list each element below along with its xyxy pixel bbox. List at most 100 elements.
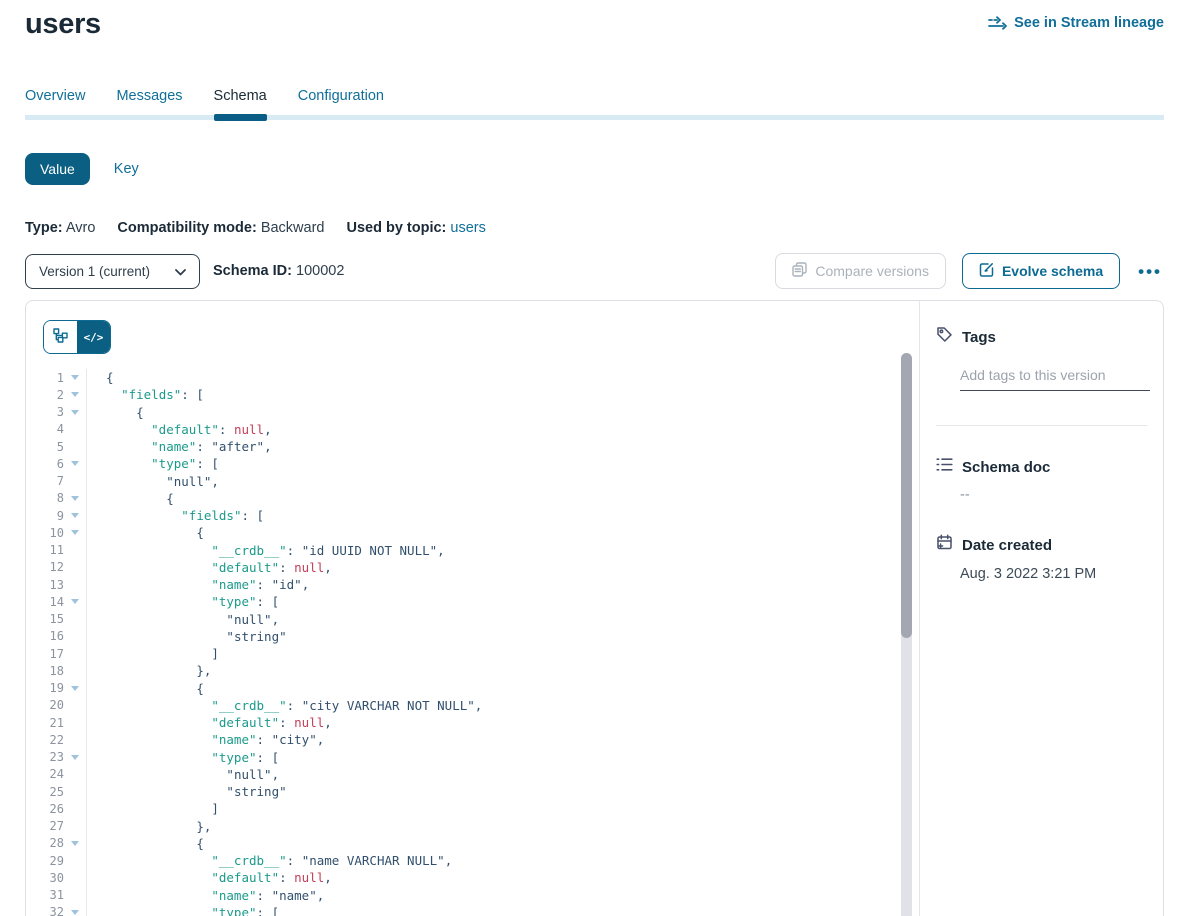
line-number: 9	[26, 509, 64, 523]
line-number: 15	[26, 612, 64, 626]
type-label: Type:	[25, 220, 63, 236]
line-number: 12	[26, 560, 64, 574]
meta-type: Type: Avro	[25, 220, 95, 236]
fold-arrow-icon[interactable]	[71, 392, 79, 397]
line-number: 24	[26, 767, 64, 781]
stream-lineage-label: See in Stream lineage	[1014, 15, 1164, 31]
line-number: 31	[26, 888, 64, 902]
line-number: 25	[26, 785, 64, 799]
fold-arrow-icon[interactable]	[71, 410, 79, 415]
schema-doc-heading: Schema doc	[962, 459, 1050, 476]
code-line: 31 "name": "name",	[26, 887, 919, 904]
section-divider	[936, 425, 1147, 426]
fold-arrow-icon[interactable]	[71, 496, 79, 501]
fold-arrow-icon[interactable]	[71, 910, 79, 915]
compatibility-label: Compatibility mode:	[117, 220, 256, 236]
code-line: 24 "null",	[26, 766, 919, 783]
line-number: 30	[26, 871, 64, 885]
tab-track	[25, 115, 1164, 120]
line-number: 27	[26, 819, 64, 833]
stream-lineage-icon	[988, 16, 1007, 30]
code-line: 14 "type": [	[26, 593, 919, 610]
tree-icon	[53, 328, 68, 346]
value-toggle-button[interactable]: Value	[25, 153, 90, 185]
tab-bar: Overview Messages Schema Configuration	[25, 88, 1164, 115]
code-line: 20 "__crdb__": "city VARCHAR NOT NULL",	[26, 697, 919, 714]
version-bar: Version 1 (current) Schema ID: 100002 Co…	[25, 253, 1164, 289]
code-line: 6 "type": [	[26, 455, 919, 472]
fold-arrow-icon[interactable]	[71, 599, 79, 604]
line-number: 6	[26, 457, 64, 471]
scrollbar-track[interactable]	[901, 353, 912, 916]
schema-card: </> 1{2 "fields": [3 {4 "default": null,…	[25, 300, 1164, 916]
key-toggle-button[interactable]: Key	[114, 161, 139, 177]
line-number: 1	[26, 371, 64, 385]
version-select[interactable]: Version 1 (current)	[25, 254, 200, 289]
code-line: 2 "fields": [	[26, 386, 919, 403]
code-line: 9 "fields": [	[26, 507, 919, 524]
code-line: 23 "type": [	[26, 749, 919, 766]
list-icon	[936, 457, 953, 477]
code-line: 11 "__crdb__": "id UUID NOT NULL",	[26, 542, 919, 559]
code-lines: 1{2 "fields": [3 {4 "default": null,5 "n…	[26, 369, 919, 916]
code-line: 12 "default": null,	[26, 559, 919, 576]
type-value: Avro	[66, 220, 96, 236]
line-number: 21	[26, 716, 64, 730]
evolve-schema-button[interactable]: Evolve schema	[962, 253, 1120, 289]
line-number: 29	[26, 854, 64, 868]
tags-heading: Tags	[962, 329, 996, 346]
gutter-divider	[86, 369, 87, 916]
tags-input[interactable]	[960, 367, 1150, 391]
code-line: 5 "name": "after",	[26, 438, 919, 455]
evolve-schema-icon	[979, 262, 994, 280]
fold-arrow-icon[interactable]	[71, 461, 79, 466]
compatibility-value: Backward	[261, 220, 325, 236]
used-by-topic-label: Used by topic:	[346, 220, 446, 236]
calendar-plus-icon	[936, 534, 953, 556]
code-line: 16 "string"	[26, 628, 919, 645]
fold-arrow-icon[interactable]	[71, 530, 79, 535]
tab-schema[interactable]: Schema	[214, 88, 267, 115]
code-view-button[interactable]: </>	[77, 321, 110, 353]
fold-arrow-icon[interactable]	[71, 375, 79, 380]
code-line: 18 },	[26, 662, 919, 679]
code-line: 1{	[26, 369, 919, 386]
date-created-value: Aug. 3 2022 3:21 PM	[960, 566, 1147, 582]
line-number: 19	[26, 681, 64, 695]
code-line: 17 ]	[26, 645, 919, 662]
schema-sidebar: Tags Schema doc --	[919, 301, 1163, 916]
code-icon: </>	[84, 331, 104, 344]
scrollbar-thumb[interactable]	[901, 353, 912, 638]
tab-overview[interactable]: Overview	[25, 88, 85, 115]
fold-arrow-icon[interactable]	[71, 841, 79, 846]
version-select-value: Version 1 (current)	[39, 264, 150, 279]
line-number: 10	[26, 526, 64, 540]
stream-lineage-link[interactable]: See in Stream lineage	[988, 15, 1164, 31]
line-number: 20	[26, 698, 64, 712]
compare-versions-button[interactable]: Compare versions	[775, 253, 946, 289]
tab-configuration[interactable]: Configuration	[298, 88, 384, 115]
line-number: 5	[26, 440, 64, 454]
line-number: 16	[26, 629, 64, 643]
used-by-topic-link[interactable]: users	[450, 220, 485, 236]
code-line: 13 "name": "id",	[26, 576, 919, 593]
meta-used-by-topic: Used by topic: users	[346, 220, 485, 236]
fold-arrow-icon[interactable]	[71, 513, 79, 518]
line-number: 8	[26, 491, 64, 505]
line-number: 2	[26, 388, 64, 402]
code-line: 29 "__crdb__": "name VARCHAR NULL",	[26, 852, 919, 869]
tab-messages[interactable]: Messages	[116, 88, 182, 115]
code-line: 3 {	[26, 404, 919, 421]
tree-view-button[interactable]	[44, 321, 77, 353]
line-number: 11	[26, 543, 64, 557]
fold-arrow-icon[interactable]	[71, 686, 79, 691]
schema-id-label: Schema ID:	[213, 263, 292, 279]
schema-id-value: 100002	[296, 263, 344, 279]
more-options-button[interactable]: •••	[1136, 263, 1164, 280]
code-line: 21 "default": null,	[26, 714, 919, 731]
code-line: 30 "default": null,	[26, 869, 919, 886]
schema-doc-value: --	[960, 487, 1147, 503]
meta-compatibility: Compatibility mode: Backward	[117, 220, 324, 236]
line-number: 17	[26, 647, 64, 661]
fold-arrow-icon[interactable]	[71, 755, 79, 760]
